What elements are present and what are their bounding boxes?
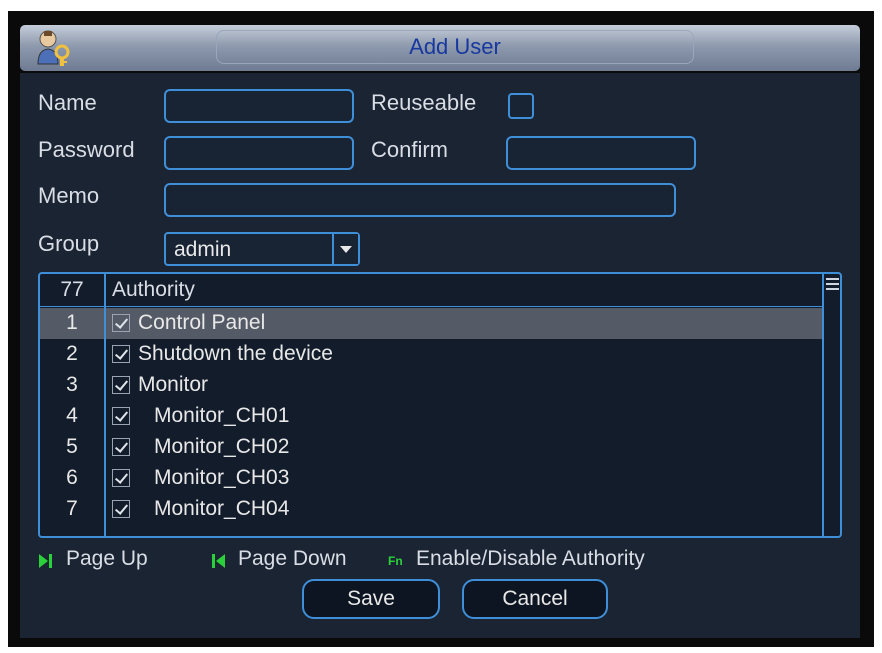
group-selected-value: admin [174,238,232,261]
list-menu-icon[interactable] [826,278,839,292]
row-number: 7 [66,497,78,520]
name-input[interactable] [164,89,354,123]
dialog-content: Name Reuseable Password Confirm Memo Gro… [20,73,860,638]
add-user-dialog: Add User Name Reuseable Password Confirm… [8,11,874,647]
reuseable-checkbox[interactable] [508,93,534,119]
page-down-hint: Page Down [238,547,347,570]
row-number: 6 [66,466,78,489]
row-authority-name: Monitor [138,373,209,396]
confirm-input[interactable] [506,136,696,170]
confirm-label: Confirm [371,137,449,162]
row-authority-name: Monitor_CH01 [154,404,290,427]
row-checkbox[interactable] [112,407,130,425]
password-label: Password [38,137,135,162]
title-bar: Add User [20,25,860,71]
row-number: 3 [66,373,78,396]
row-checkbox[interactable] [112,345,130,363]
chevron-down-icon[interactable] [332,234,358,264]
reuseable-label: Reuseable [371,90,477,115]
row-checkbox[interactable] [112,438,130,456]
row-number: 5 [66,435,78,458]
table-row[interactable]: 1 Control Panel [40,308,822,339]
row-number: 4 [66,404,78,427]
table-row[interactable]: 2 Shutdown the device [40,339,822,370]
table-row[interactable]: 6 Monitor_CH03 [40,463,822,494]
row-authority-name: Control Panel [138,311,266,334]
row-authority-name: Monitor_CH04 [154,497,290,520]
row-authority-name: Shutdown the device [138,342,333,365]
authority-header: Authority [112,278,195,301]
row-checkbox[interactable] [112,500,130,518]
authority-table: 77 Authority 1 Control Panel 2 Shutdown … [38,272,842,538]
fn-key-icon: Fn [388,554,403,568]
save-button[interactable]: Save [302,579,440,619]
table-row[interactable]: 3 Monitor [40,370,822,401]
header-divider [40,306,822,307]
row-authority-name: Monitor_CH03 [154,466,290,489]
group-select[interactable]: admin [164,232,360,266]
users-key-icon [37,30,70,66]
table-row[interactable]: 4 Monitor_CH01 [40,401,822,432]
authority-count: 77 [60,278,84,301]
table-row[interactable]: 5 Monitor_CH02 [40,432,822,463]
page-down-icon [212,554,225,568]
window-title: Add User [409,34,501,59]
row-authority-name: Monitor_CH02 [154,435,290,458]
table-row[interactable]: 7 Monitor_CH04 [40,494,822,525]
group-label: Group [38,231,100,256]
memo-label: Memo [38,183,100,208]
column-divider [104,274,106,536]
memo-input[interactable] [164,183,676,217]
scrollbar[interactable] [822,274,840,536]
row-checkbox[interactable] [112,376,130,394]
enable-disable-hint: Enable/Disable Authority [416,547,645,570]
page-up-icon [39,554,52,568]
table-header: 77 Authority [40,274,840,306]
row-checkbox[interactable] [112,469,130,487]
page-up-hint: Page Up [66,547,148,570]
row-checkbox[interactable] [112,314,130,332]
row-number: 2 [66,342,78,365]
password-input[interactable] [164,136,354,170]
name-label: Name [38,90,97,115]
row-number: 1 [66,311,78,334]
cancel-button[interactable]: Cancel [462,579,608,619]
